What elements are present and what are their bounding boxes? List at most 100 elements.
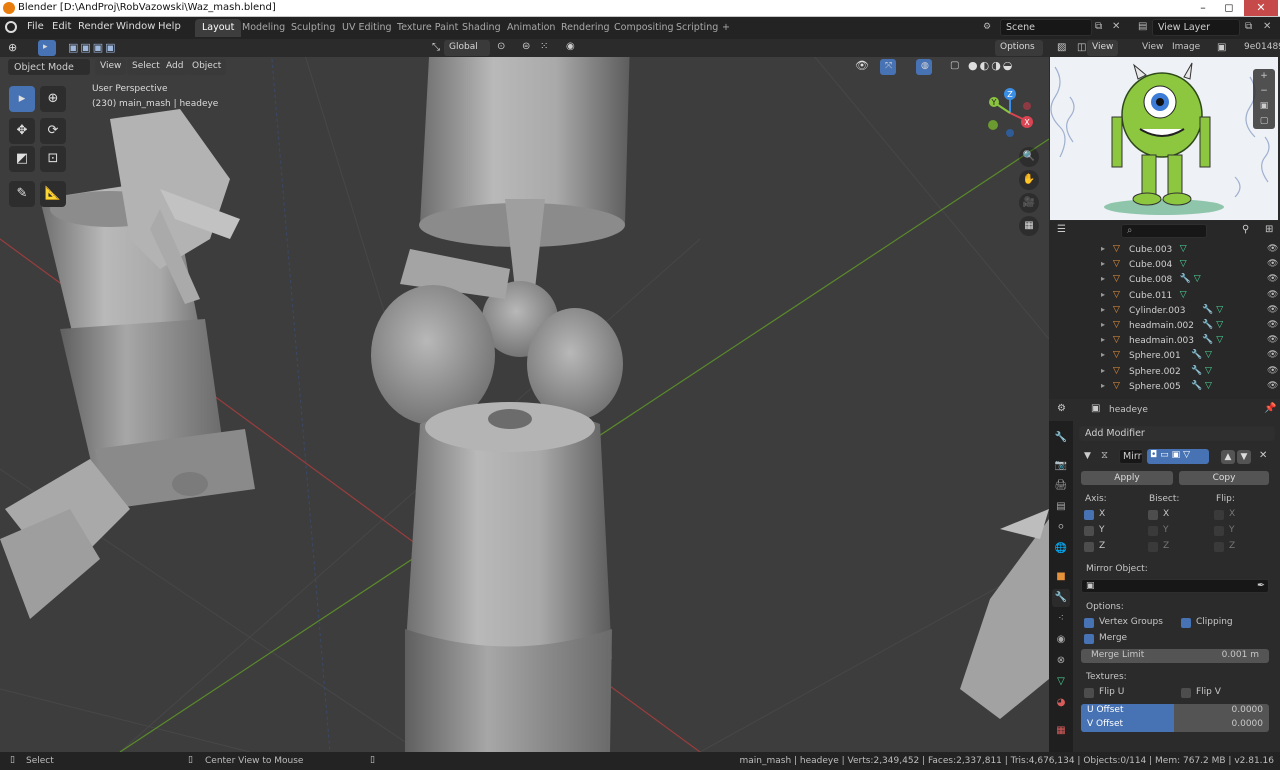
delete-view-layer-icon[interactable]: ✕ [1263,21,1271,32]
expand-arrow-icon[interactable]: ▸ [1101,259,1105,268]
mode-dropdown[interactable]: Object Mode [8,59,90,75]
bisect-y-checkbox[interactable] [1148,526,1158,536]
zoom-icon[interactable]: 🔍 [1019,147,1039,167]
data-tab-icon[interactable]: ▽ [1052,673,1070,691]
snap-target-icon[interactable]: ⁙ [540,41,548,52]
visibility-eye-icon[interactable]: 👁 [1267,274,1278,284]
xray-icon[interactable]: ▢ [950,60,959,71]
outliner-row[interactable]: ▸ ▽ Sphere.001 🔧 ▽ 👁 [1049,350,1280,365]
vertex-groups-checkbox[interactable] [1084,618,1094,628]
particles-tab-icon[interactable]: ⁖ [1052,610,1070,628]
scale-tool-icon[interactable]: ◩ [9,146,35,172]
outliner-item-name[interactable]: Sphere.002 [1129,367,1181,377]
perspective-grid-icon[interactable]: ▦ [1019,216,1039,236]
outliner-row[interactable]: ▸ ▽ Cube.004 ▽ 👁 [1049,259,1280,274]
delete-scene-icon[interactable]: ✕ [1112,21,1120,32]
add-workspace-button[interactable]: + [715,19,737,37]
outliner-row[interactable]: ▸ ▽ Sphere.005 🔧 ▽ 👁 [1049,381,1280,396]
options-dropdown[interactable]: Options [995,40,1043,56]
clipping-checkbox[interactable] [1181,618,1191,628]
view-layer-tab-icon[interactable]: ▤ [1052,498,1070,516]
snap-icon[interactable]: ⊜ [522,41,530,52]
bisect-z-checkbox[interactable] [1148,542,1158,552]
pan-hand-icon[interactable]: ✋ [1019,170,1039,190]
mirror-object-field[interactable]: ▣ ✒ [1081,579,1269,593]
outliner-item-name[interactable]: headmain.003 [1129,336,1194,346]
pin-icon[interactable]: 📌 [1264,403,1276,414]
image-view-mode-icon[interactable]: ◫ [1077,42,1086,53]
outliner-search-field[interactable]: ⌕ [1121,224,1207,238]
outliner-item-name[interactable]: Sphere.005 [1129,382,1181,392]
expand-arrow-icon[interactable]: ▸ [1101,350,1105,359]
tool-tab-icon[interactable]: 🔧 [1052,429,1070,447]
visibility-eye-icon[interactable]: 👁 [1267,335,1278,345]
expand-arrow-icon[interactable]: ▸ [1101,366,1105,375]
outliner-item-name[interactable]: Cube.004 [1129,260,1172,270]
output-tab-icon[interactable]: 🖨 [1052,477,1070,495]
menu-object[interactable]: Object [187,59,227,75]
remove-modifier-icon[interactable]: ✕ [1259,450,1267,461]
move-modifier-up-icon[interactable]: ▲ [1221,450,1235,464]
axis-y-checkbox[interactable] [1084,526,1094,536]
visibility-eye-icon[interactable]: 👁 [1267,290,1278,300]
3d-viewport[interactable]: ⊕ ▸ ▣▣▣▣ ⤡ Global ⊙ ⊜ ⁙ ◉ Options Object… [0,39,1049,752]
texture-tab-icon[interactable]: ▦ [1052,722,1070,740]
menu-render[interactable]: Render [78,21,114,32]
shading-mode-icons[interactable]: ●◐◑◒ [968,59,1014,72]
flip-y-checkbox[interactable] [1214,526,1224,536]
outliner-type-icon[interactable]: ☰ [1057,224,1066,235]
outliner-item-name[interactable]: headmain.002 [1129,321,1194,331]
expand-arrow-icon[interactable]: ▸ [1101,244,1105,253]
new-scene-icon[interactable]: ⧉ [1095,21,1102,32]
pivot-icon[interactable]: ⊙ [497,41,505,52]
v-offset-field[interactable]: V Offset 0.0000 [1081,718,1269,732]
axis-x-checkbox[interactable] [1084,510,1094,520]
constraints-tab-icon[interactable]: ⊗ [1052,652,1070,670]
camera-icon[interactable]: 🎥 [1019,193,1039,213]
expand-arrow-icon[interactable]: ▸ [1101,381,1105,390]
expand-arrow-icon[interactable]: ▸ [1101,335,1105,344]
image-browse-icon[interactable]: ▣ [1217,42,1226,53]
tab-sculpting[interactable]: Sculpting [284,19,342,37]
properties-type-icon[interactable]: ⚙ [1057,403,1066,414]
move-tool-icon[interactable]: ✥ [9,118,35,144]
outliner-row[interactable]: ▸ ▽ headmain.002 🔧 ▽ 👁 [1049,320,1280,335]
menu-window[interactable]: Window [116,21,155,32]
modifier-visibility-toggles[interactable]: ◘▭▣▽ [1147,449,1209,464]
visibility-eye-icon[interactable]: 👁 [1267,350,1278,360]
minimize-button[interactable]: – [1190,0,1216,16]
menu-add[interactable]: Add [161,59,189,75]
eyedropper-icon[interactable]: ✒ [1257,580,1265,591]
visibility-eye-icon[interactable]: 👁 [1267,366,1278,376]
measure-tool-icon[interactable]: 📐 [40,181,66,207]
image-name[interactable]: 9e01489 [1244,42,1280,52]
flip-x-checkbox[interactable] [1214,510,1224,520]
editor-type-icon[interactable]: ⊕ [8,41,17,54]
outliner-row[interactable]: ▸ ▽ Sphere.002 🔧 ▽ 👁 [1049,366,1280,381]
expand-arrow-icon[interactable]: ▸ [1101,305,1105,314]
rotate-tool-icon[interactable]: ⟳ [40,118,66,144]
annotate-tool-icon[interactable]: ✎ [9,181,35,207]
render-tab-icon[interactable]: 📷 [1052,457,1070,475]
selection-mode-icons[interactable]: ▣▣▣▣ [68,41,118,54]
outliner-row[interactable]: ▸ ▽ headmain.003 🔧 ▽ 👁 [1049,335,1280,350]
merge-limit-field[interactable]: Merge Limit 0.001 m [1081,649,1269,663]
new-view-layer-icon[interactable]: ⧉ [1245,21,1252,32]
menu-file[interactable]: File [27,21,44,32]
outliner-item-name[interactable]: Cube.011 [1129,291,1172,301]
menu-select[interactable]: Select [127,59,165,75]
physics-tab-icon[interactable]: ◉ [1052,631,1070,649]
scene-selector[interactable]: Scene [1000,19,1092,36]
visibility-icon[interactable]: 👁 [855,59,869,72]
world-tab-icon[interactable]: 🌐 [1052,540,1070,558]
select-tool-icon[interactable]: ▸ [9,86,35,112]
image-menu-view[interactable]: View [1142,42,1163,52]
new-collection-icon[interactable]: ⊞ [1265,224,1273,235]
menu-view[interactable]: View [95,59,127,75]
bisect-x-checkbox[interactable] [1148,510,1158,520]
visibility-eye-icon[interactable]: 👁 [1267,320,1278,330]
u-offset-field[interactable]: U Offset 0.0000 [1081,704,1269,718]
proportional-editing-icon[interactable]: ◉ [566,41,575,52]
close-button[interactable]: ✕ [1244,0,1278,16]
axis-z-checkbox[interactable] [1084,542,1094,552]
